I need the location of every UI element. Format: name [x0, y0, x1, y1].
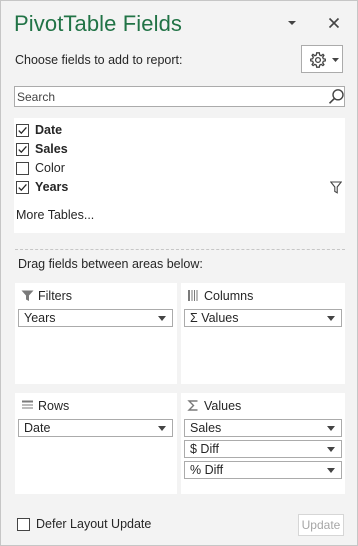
- chevron-down-icon[interactable]: [158, 426, 166, 431]
- values-area-header: Values: [181, 393, 345, 419]
- choose-fields-label: Choose fields to add to report:: [15, 53, 183, 67]
- values-field-percent-diff[interactable]: % Diff: [184, 461, 342, 479]
- filter-icon: [21, 290, 34, 301]
- values-field-label: Sales: [190, 421, 222, 435]
- chevron-down-icon[interactable]: [158, 316, 166, 321]
- filters-area[interactable]: Filters Years: [15, 283, 177, 384]
- search-input[interactable]: [16, 87, 317, 106]
- field-checkbox-color[interactable]: [16, 162, 29, 175]
- search-box[interactable]: [14, 86, 345, 107]
- rows-field-date[interactable]: Date: [18, 419, 173, 437]
- columns-field-values[interactable]: Σ Values: [184, 309, 342, 327]
- columns-area-header: Columns: [181, 283, 345, 309]
- chevron-down-icon[interactable]: [327, 468, 335, 473]
- close-icon[interactable]: [326, 15, 342, 31]
- values-area-label: Values: [204, 399, 242, 413]
- filters-field-label: Years: [24, 311, 56, 325]
- rows-area-label: Rows: [38, 399, 70, 413]
- checkmark-icon: [18, 183, 27, 192]
- update-button[interactable]: Update: [298, 514, 344, 536]
- field-checkbox-date[interactable]: [16, 124, 29, 137]
- rows-icon: [22, 400, 33, 409]
- defer-layout-checkbox[interactable]: [17, 518, 30, 531]
- columns-area[interactable]: Columns Σ Values: [181, 283, 345, 384]
- filters-area-header: Filters: [15, 283, 177, 309]
- pivottable-fields-pane: PivotTable Fields Choose fields to add t…: [0, 0, 358, 546]
- field-label-years: Years: [35, 180, 69, 194]
- field-checkbox-years[interactable]: [16, 181, 29, 194]
- drag-fields-label: Drag fields between areas below:: [18, 257, 203, 271]
- field-label-sales: Sales: [35, 142, 68, 156]
- filters-field-years[interactable]: Years: [18, 309, 173, 327]
- columns-field-label: Σ Values: [190, 311, 239, 325]
- values-field-dollar-diff[interactable]: $ Diff: [184, 440, 342, 458]
- field-list: Date Sales Color Years More Tables...: [14, 118, 345, 233]
- checkmark-icon: [18, 145, 27, 154]
- values-area[interactable]: Values Sales $ Diff % Diff: [181, 393, 345, 494]
- field-checkbox-sales[interactable]: [16, 143, 29, 156]
- field-item-years[interactable]: Years: [14, 178, 334, 197]
- values-field-label: % Diff: [190, 463, 224, 477]
- checkmark-icon: [18, 126, 27, 135]
- search-icon[interactable]: [328, 88, 345, 105]
- chevron-down-icon[interactable]: [327, 426, 335, 431]
- more-tables-link[interactable]: More Tables...: [16, 208, 94, 222]
- values-field-label: $ Diff: [190, 442, 219, 456]
- filter-icon[interactable]: [330, 181, 342, 194]
- tools-button[interactable]: [301, 45, 343, 73]
- chevron-down-icon[interactable]: [327, 316, 335, 321]
- rows-area[interactable]: Rows Date: [15, 393, 177, 494]
- filters-area-label: Filters: [38, 289, 73, 303]
- sigma-icon: [187, 400, 198, 411]
- chevron-down-icon[interactable]: [327, 447, 335, 452]
- chevron-down-icon: [332, 58, 339, 62]
- gear-icon: [310, 52, 326, 68]
- field-item-color[interactable]: Color: [14, 159, 334, 178]
- field-label-date: Date: [35, 123, 63, 137]
- field-label-color: Color: [35, 161, 65, 175]
- columns-icon: [188, 290, 198, 301]
- field-item-sales[interactable]: Sales: [14, 140, 334, 159]
- section-divider: [15, 249, 345, 250]
- pane-title: PivotTable Fields: [14, 11, 182, 36]
- columns-area-label: Columns: [204, 289, 254, 303]
- field-item-date[interactable]: Date: [14, 121, 334, 140]
- rows-field-label: Date: [24, 421, 51, 435]
- values-field-sales[interactable]: Sales: [184, 419, 342, 437]
- task-pane-options-icon[interactable]: [285, 17, 299, 29]
- defer-layout-label[interactable]: Defer Layout Update: [36, 517, 151, 531]
- rows-area-header: Rows: [15, 393, 177, 419]
